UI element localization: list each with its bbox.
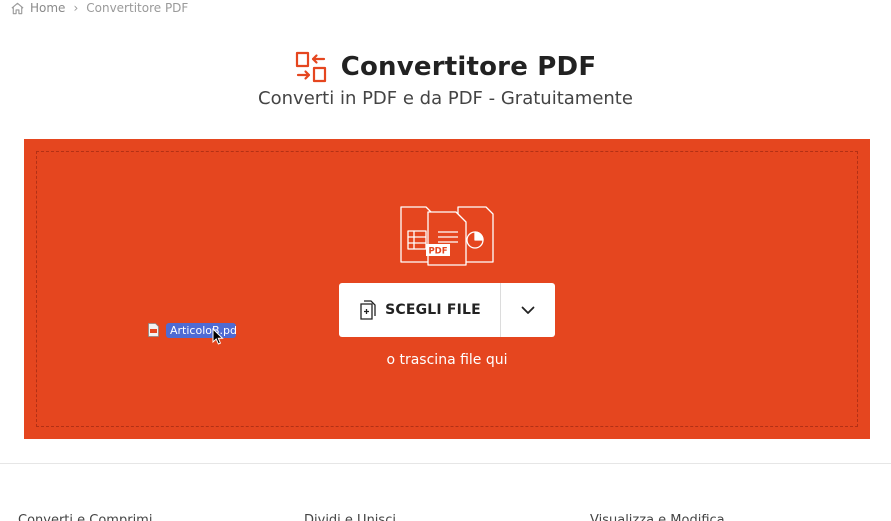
choose-file-label: SCEGLI FILE (385, 302, 481, 318)
dragged-file[interactable]: ArticoloB.pdf (148, 321, 236, 345)
footer-column-view[interactable]: Visualizza e Modifica (590, 513, 725, 521)
choose-file-button[interactable]: SCEGLI FILE (339, 283, 500, 337)
convert-arrows-icon (295, 51, 326, 83)
title-row: Convertitore PDF (0, 50, 891, 84)
footer-column-split[interactable]: Dividi e Unisci (304, 513, 396, 521)
home-icon (11, 2, 24, 14)
page-subtitle: Converti in PDF e da PDF - Gratuitamente (258, 88, 633, 109)
breadcrumb-separator: › (73, 1, 79, 15)
file-plus-icon (360, 300, 376, 320)
mouse-cursor-icon (212, 328, 224, 345)
footer-column-convert[interactable]: Converti e Comprimi (18, 513, 152, 521)
choose-source-dropdown[interactable] (501, 283, 555, 337)
breadcrumb-current: Convertitore PDF (86, 1, 189, 15)
chevron-down-icon (521, 306, 535, 314)
breadcrumb: Home › Convertitore PDF (10, 0, 188, 16)
pdf-badge-text: PDF (428, 247, 447, 257)
page-header: Convertitore PDF Converti in PDF e da PD… (0, 50, 891, 109)
choose-file-group: SCEGLI FILE (339, 283, 555, 337)
drop-hint: o trascina file qui (386, 352, 508, 368)
pdf-file-icon (148, 323, 159, 337)
page-title: Convertitore PDF (340, 52, 597, 82)
file-types-illustration-icon: PDF (400, 206, 494, 266)
footer-columns: Converti e Comprimi Dividi e Unisci Visu… (0, 513, 891, 521)
breadcrumb-home-link[interactable]: Home (30, 1, 65, 15)
dragged-file-name: ArticoloB.pdf (166, 322, 236, 338)
footer-divider (0, 463, 891, 464)
